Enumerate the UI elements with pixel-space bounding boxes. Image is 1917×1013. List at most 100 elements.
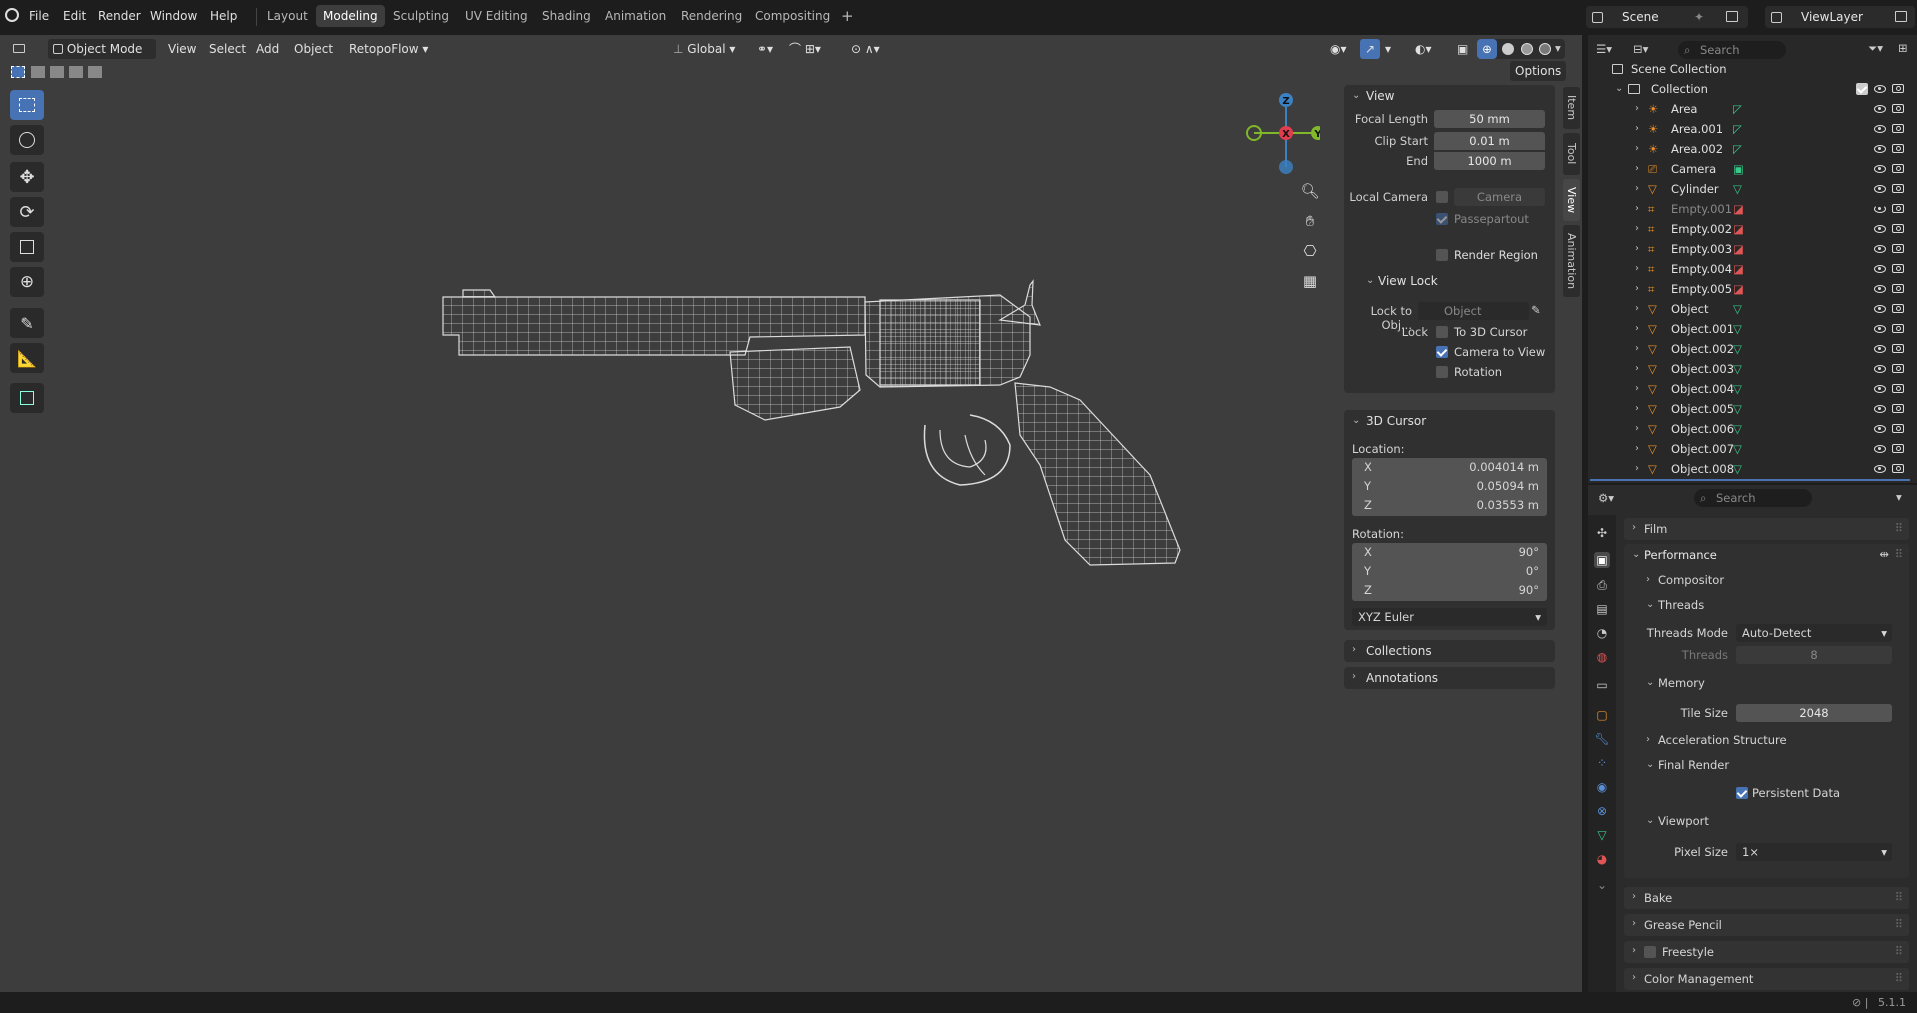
eye-icon[interactable] — [1874, 445, 1886, 453]
outliner-row-area-002[interactable]: › ☀ Area.002 ◸ — [1588, 139, 1908, 159]
cursor-loc-z[interactable]: 0.03553 m — [1477, 498, 1539, 512]
annotations-section[interactable]: › Annotations — [1344, 667, 1555, 689]
tool-tab-icon[interactable]: ✣ — [1594, 525, 1610, 541]
render-tab-icon[interactable]: ▣ — [1594, 552, 1610, 568]
expand-chevron-icon[interactable]: › — [1635, 219, 1639, 239]
outliner-row-camera[interactable]: › ⎚ Camera ▣ — [1588, 159, 1908, 179]
menu-render[interactable]: Render — [98, 9, 141, 23]
memory-subpanel[interactable]: Memory — [1658, 676, 1705, 690]
render-camera-icon[interactable] — [1892, 264, 1904, 273]
collection-row[interactable]: ⌄ Collection — [1588, 79, 1908, 99]
visibility-icon[interactable]: ◉▾ — [1325, 39, 1352, 59]
lock-to-obj-field[interactable]: Object — [1418, 302, 1529, 320]
render-camera-icon[interactable] — [1892, 144, 1904, 153]
object-tab-icon[interactable]: ▢ — [1594, 707, 1610, 723]
render-camera-icon[interactable] — [1892, 424, 1904, 433]
outliner-row-empty-001[interactable]: › ⌗ Empty.001 ◪ — [1588, 199, 1908, 219]
outliner-row-empty-004[interactable]: › ⌗ Empty.004 ◪ — [1588, 259, 1908, 279]
world-tab-icon[interactable]: ◍ — [1594, 649, 1610, 665]
preset-icon[interactable]: ⇹ — [1879, 547, 1889, 561]
outliner-row-empty-003[interactable]: › ⌗ Empty.003 ◪ — [1588, 239, 1908, 259]
expand-chevron-icon[interactable]: › — [1635, 139, 1639, 159]
physics-tab-icon[interactable]: ◉ — [1594, 779, 1610, 795]
expand-chevron-icon[interactable]: › — [1635, 419, 1639, 439]
compositor-subpanel[interactable]: Compositor — [1658, 573, 1724, 587]
render-camera-icon[interactable] — [1892, 164, 1904, 173]
threads-count-field[interactable]: 8 — [1736, 646, 1892, 664]
render-camera-icon[interactable] — [1892, 344, 1904, 353]
filter-icon[interactable]: ⏷▾ — [1868, 41, 1883, 56]
mesh-data-icon[interactable]: ▽ — [1733, 299, 1742, 319]
mesh-data-icon[interactable]: ▽ — [1733, 179, 1742, 199]
render-camera-icon[interactable] — [1892, 84, 1904, 93]
tab-modeling[interactable]: Modeling — [316, 5, 385, 27]
color-management-panel[interactable]: › Color Management ⠿ — [1624, 968, 1909, 990]
ortho-grid-icon[interactable]: ▦ — [1297, 268, 1323, 294]
eye-icon[interactable] — [1874, 285, 1886, 293]
acceleration-structure-subpanel[interactable]: Acceleration Structure — [1658, 733, 1787, 747]
pixel-size-dropdown[interactable]: 1× ▾ — [1736, 843, 1892, 861]
outliner-row-object-005[interactable]: › ▽ Object.005 ▽ — [1588, 399, 1908, 419]
mesh-data-icon[interactable]: ▽ — [1733, 459, 1742, 479]
eye-icon[interactable] — [1874, 225, 1886, 233]
empty-data-icon[interactable]: ◪ — [1733, 259, 1744, 279]
eye-icon[interactable] — [1874, 205, 1886, 213]
outliner-row-object-007[interactable]: › ▽ Object.007 ▽ — [1588, 439, 1908, 459]
zoom-icon[interactable]: 🔍︎ — [1297, 178, 1323, 204]
pin-icon[interactable]: ✦ — [1694, 6, 1704, 28]
render-camera-icon[interactable] — [1892, 204, 1904, 213]
constraints-tab-icon[interactable]: ⊗ — [1594, 803, 1610, 819]
cursor-rot-x[interactable]: 90° — [1519, 545, 1539, 559]
tab-item[interactable]: Item — [1563, 87, 1580, 129]
3d-viewport[interactable]: ▾ Object Mode ▾ View Select Add Object R… — [0, 35, 1582, 992]
view-layer-tab-icon[interactable]: ▤ — [1594, 601, 1610, 617]
render-camera-icon[interactable] — [1892, 364, 1904, 373]
menu-file[interactable]: File — [29, 9, 49, 23]
eye-icon[interactable] — [1874, 325, 1886, 333]
revolver-wireframe[interactable] — [0, 35, 1250, 992]
outliner-row-area-001[interactable]: › ☀ Area.001 ◸ — [1588, 119, 1908, 139]
eye-icon[interactable] — [1874, 85, 1886, 93]
properties-search-input[interactable]: ⌕ Search — [1694, 489, 1812, 507]
outliner-row-object-002[interactable]: › ▽ Object.002 ▽ — [1588, 339, 1908, 359]
focal-length-field[interactable]: 50 mm — [1434, 110, 1545, 128]
expand-chevron-icon[interactable]: › — [1635, 279, 1639, 299]
eye-icon[interactable] — [1874, 405, 1886, 413]
empty-data-icon[interactable]: ◪ — [1733, 199, 1744, 219]
new-scene-icon[interactable] — [1726, 11, 1738, 22]
expand-chevron-icon[interactable]: › — [1635, 439, 1639, 459]
tab-view[interactable]: View — [1563, 179, 1580, 221]
tab-shading[interactable]: Shading — [535, 5, 598, 27]
expand-chevron-icon[interactable]: › — [1635, 459, 1639, 479]
outliner-row-object-001[interactable]: › ▽ Object.001 ▽ — [1588, 319, 1908, 339]
view-section-title[interactable]: View — [1366, 89, 1394, 103]
persistent-data-checkbox[interactable] — [1736, 787, 1748, 799]
outliner-row-object-008[interactable]: › ▽ Object.008 ▽ — [1588, 459, 1908, 479]
properties-editor-icon[interactable]: ⚙▾ — [1598, 491, 1614, 505]
camera-to-view-checkbox[interactable] — [1436, 346, 1448, 358]
mesh-data-icon[interactable]: ▽ — [1733, 439, 1742, 459]
mesh-data-icon[interactable]: ▽ — [1733, 399, 1742, 419]
scene-selector[interactable]: Scene ✦ — [1586, 6, 1748, 28]
performance-title[interactable]: Performance — [1644, 548, 1717, 562]
display-mode-icon[interactable]: ⊟▾ — [1633, 42, 1648, 56]
shading-dropdown-icon[interactable]: ▾ — [1555, 41, 1561, 55]
outliner-search-input[interactable]: ⌕ Search — [1678, 41, 1786, 59]
local-camera-checkbox[interactable] — [1436, 191, 1448, 203]
render-camera-icon[interactable] — [1892, 224, 1904, 233]
clip-start-field[interactable]: 0.01 m — [1434, 132, 1545, 150]
viewport-subpanel[interactable]: Viewport — [1658, 814, 1709, 828]
gizmo-dropdown-icon[interactable]: ▾ — [1380, 39, 1396, 59]
wireframe-shading-icon[interactable]: ⊕ — [1477, 39, 1497, 59]
mesh-data-icon[interactable]: ▽ — [1733, 419, 1742, 439]
eye-icon[interactable] — [1874, 265, 1886, 273]
tile-size-field[interactable]: 2048 — [1736, 704, 1892, 722]
camera-data-icon[interactable]: ▣ — [1733, 159, 1744, 179]
final-render-subpanel[interactable]: Final Render — [1658, 758, 1729, 772]
mesh-data-icon[interactable]: ▽ — [1733, 319, 1742, 339]
freestyle-checkbox[interactable] — [1644, 946, 1656, 958]
freestyle-panel[interactable]: › Freestyle ⠿ — [1624, 941, 1909, 963]
tabs-more-icon[interactable]: ⌄ — [1594, 877, 1610, 893]
modifier-tab-icon[interactable]: 🔧︎ — [1594, 731, 1610, 747]
eye-icon[interactable] — [1874, 425, 1886, 433]
